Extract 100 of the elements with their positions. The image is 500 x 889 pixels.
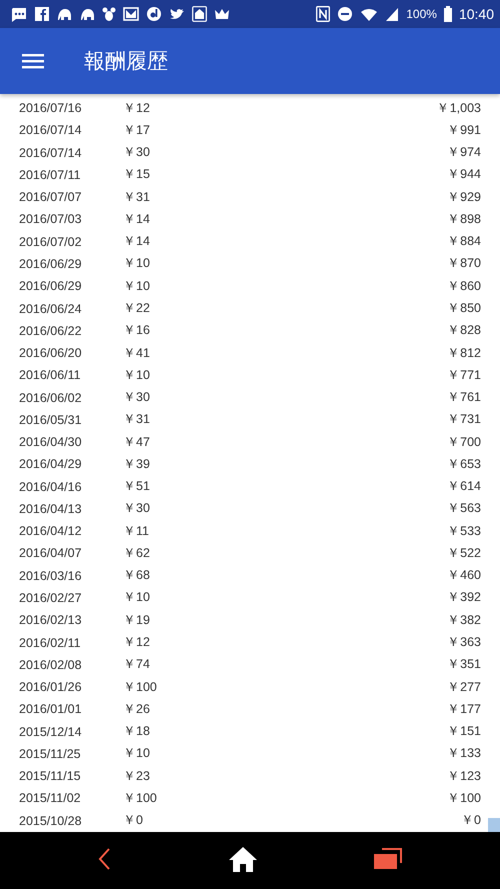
reward-amount: ￥74 bbox=[123, 656, 151, 674]
reward-amount: ￥26 bbox=[123, 700, 151, 718]
running-total: ￥1,003 bbox=[436, 100, 481, 117]
reward-amount: ￥30 bbox=[123, 389, 151, 406]
menu-button[interactable] bbox=[20, 51, 46, 71]
reward-amount: ￥17 bbox=[123, 122, 151, 139]
running-total: ￥382 bbox=[447, 612, 481, 629]
running-total: ￥870 bbox=[447, 255, 481, 272]
reward-amount: ￥14 bbox=[123, 210, 151, 228]
date-text: 2016/06/20 bbox=[19, 346, 83, 360]
reward-amount: ￥10 bbox=[123, 366, 151, 384]
date-text: 2016/07/11 bbox=[19, 168, 82, 182]
elephant-icon bbox=[79, 6, 95, 22]
reward-amount: ￥23 bbox=[123, 768, 151, 785]
date-text: 2016/07/14 bbox=[19, 146, 83, 160]
running-total: ￥884 bbox=[447, 233, 481, 250]
date-text: 2015/11/15 bbox=[19, 769, 82, 784]
date-text: 2016/04/07 bbox=[19, 546, 83, 560]
running-total: ￥991 bbox=[447, 122, 481, 139]
facebook-icon bbox=[35, 6, 49, 22]
running-total: ￥731 bbox=[447, 411, 481, 428]
date-text: 2016/07/16 bbox=[19, 101, 83, 116]
running-total: ￥850 bbox=[447, 300, 481, 318]
date-text: 2016/02/08 bbox=[19, 658, 83, 672]
running-total: ￥898 bbox=[447, 210, 481, 228]
running-total: ￥860 bbox=[447, 278, 481, 295]
app-title: 報酬履歴 bbox=[84, 49, 168, 75]
reward-amount: ￥12 bbox=[123, 634, 151, 651]
reward-amount: ￥11 bbox=[123, 522, 150, 540]
running-total: ￥944 bbox=[447, 166, 481, 184]
date-text: 2016/04/30 bbox=[19, 435, 83, 450]
reward-amount: ￥30 bbox=[123, 500, 151, 518]
date-text: 2016/01/01 bbox=[19, 702, 83, 716]
wifi-icon bbox=[360, 6, 378, 22]
reward-amount: ￥51 bbox=[123, 478, 151, 496]
date-text: 2015/11/25 bbox=[19, 746, 82, 761]
running-total: ￥614 bbox=[447, 478, 481, 496]
reward-amount: ￥47 bbox=[123, 434, 151, 451]
reward-amount: ￥10 bbox=[123, 589, 151, 606]
reward-amount: ￥18 bbox=[123, 723, 151, 740]
battery-percent: 100% bbox=[406, 7, 437, 21]
reward-amount: ￥10 bbox=[123, 255, 151, 272]
reward-amount: ￥0 bbox=[123, 812, 144, 830]
reward-amount: ￥15 bbox=[123, 166, 151, 184]
running-total: ￥177 bbox=[447, 700, 481, 718]
date-text: 2016/06/29 bbox=[19, 279, 83, 294]
reward-amount: ￥10 bbox=[123, 278, 151, 295]
date-text: 2016/04/13 bbox=[19, 502, 83, 516]
reward-amount: ￥31 bbox=[123, 411, 151, 428]
reward-amount: ￥68 bbox=[123, 567, 151, 584]
date-text: 2016/04/16 bbox=[19, 480, 83, 494]
running-total: ￥929 bbox=[447, 188, 481, 206]
bee-icon bbox=[102, 6, 116, 22]
reward-amount: ￥100 bbox=[123, 790, 158, 807]
nfc-icon bbox=[316, 6, 330, 22]
d-letter-icon bbox=[146, 6, 162, 22]
reward-amount: ￥100 bbox=[123, 678, 158, 696]
running-total: ￥151 bbox=[447, 723, 481, 740]
date-text: 2016/04/12 bbox=[19, 524, 83, 538]
date-text: 2016/06/24 bbox=[19, 302, 83, 316]
running-total: ￥974 bbox=[447, 144, 481, 162]
running-total: ￥460 bbox=[447, 567, 481, 584]
running-total: ￥392 bbox=[447, 589, 481, 606]
clock-time: 10:40 bbox=[458, 6, 494, 22]
running-total: ￥828 bbox=[447, 322, 481, 340]
reward-amount: ￥62 bbox=[123, 544, 151, 562]
date-text: 2016/03/16 bbox=[19, 568, 83, 583]
reward-amount: ￥22 bbox=[123, 300, 151, 318]
reward-amount: ￥31 bbox=[123, 188, 151, 206]
running-total: ￥0 bbox=[461, 812, 481, 830]
twitter-icon bbox=[169, 6, 185, 22]
running-total: ￥812 bbox=[447, 344, 481, 362]
reward-amount: ￥39 bbox=[123, 456, 151, 473]
date-text: 2016/06/29 bbox=[19, 256, 83, 271]
date-text: 2016/07/14 bbox=[19, 123, 83, 138]
date-text: 2016/02/27 bbox=[19, 590, 83, 605]
date-text: 2016/06/22 bbox=[19, 324, 83, 338]
running-total: ￥277 bbox=[447, 678, 481, 696]
home-button[interactable] bbox=[228, 846, 258, 875]
mail-icon bbox=[123, 6, 139, 22]
house-app-icon bbox=[192, 6, 207, 22]
message-icon bbox=[10, 6, 28, 22]
running-total: ￥563 bbox=[447, 500, 481, 518]
reward-amount: ￥10 bbox=[123, 745, 151, 762]
reward-amount: ￥12 bbox=[123, 100, 151, 117]
date-text: 2016/01/26 bbox=[19, 680, 83, 694]
running-total: ￥123 bbox=[447, 768, 481, 785]
reward-amount: ￥41 bbox=[123, 344, 151, 362]
running-total: ￥100 bbox=[447, 790, 481, 807]
date-text: 2015/12/14 bbox=[19, 724, 83, 739]
date-text: 2016/02/13 bbox=[19, 613, 83, 628]
reward-amount: ￥16 bbox=[123, 322, 151, 340]
running-total: ￥771 bbox=[447, 366, 481, 384]
date-text: 2016/07/02 bbox=[19, 234, 83, 249]
running-total: ￥700 bbox=[447, 434, 481, 451]
battery-icon bbox=[444, 6, 452, 22]
signal-icon bbox=[385, 6, 400, 22]
running-total: ￥133 bbox=[447, 745, 481, 762]
date-text: 2016/07/03 bbox=[19, 212, 83, 226]
running-total: ￥533 bbox=[447, 522, 481, 540]
